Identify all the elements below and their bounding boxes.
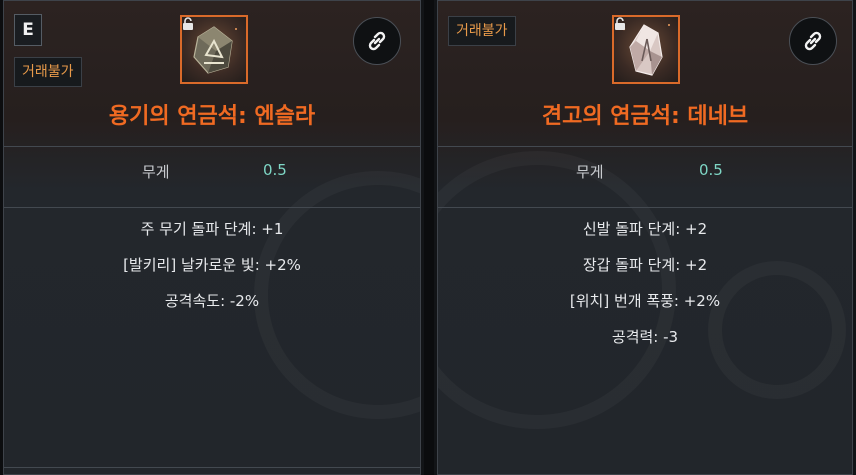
effect-line: [발키리] 날카로운 빛: +2% — [123, 256, 301, 274]
link-button[interactable] — [353, 17, 401, 65]
link-icon — [804, 31, 822, 51]
weight-value: 0.5 — [263, 161, 287, 179]
effect-line: [위치] 번개 폭풍: +2% — [569, 292, 721, 310]
divider — [438, 207, 852, 208]
item-icon — [612, 15, 680, 84]
effect-line: 공격속도: -2% — [164, 292, 260, 310]
weight-label: 무게 — [576, 163, 604, 181]
effect-line: 장갑 돌파 단계: +2 — [582, 256, 708, 274]
link-button[interactable] — [789, 17, 837, 65]
trade-restriction-badge: 거래불가 — [14, 57, 82, 87]
weight-label: 무게 — [142, 163, 170, 181]
weight-value: 0.5 — [699, 161, 723, 179]
divider — [4, 207, 420, 208]
item-tooltip-left: E 거래불가 용기의 연금석: 엔슬라 무게 0.5 주 무기 돌파 단계: +… — [3, 0, 421, 475]
lock-icon — [183, 17, 193, 30]
divider — [438, 146, 852, 147]
trade-restriction-badge: 거래불가 — [448, 16, 516, 46]
effect-line: 주 무기 돌파 단계: +1 — [140, 220, 284, 238]
item-title: 용기의 연금석: 엔슬라 — [108, 104, 316, 129]
hotkey-badge: E — [14, 14, 42, 46]
divider — [4, 146, 420, 147]
effect-line: 신발 돌파 단계: +2 — [582, 220, 708, 238]
link-icon — [368, 31, 386, 51]
effect-line: 공격력: -3 — [611, 328, 679, 346]
item-title: 견고의 연금석: 데네브 — [541, 104, 749, 129]
item-icon — [180, 15, 248, 84]
effects-list: 주 무기 돌파 단계: +1 [발키리] 날카로운 빛: +2% 공격속도: -… — [4, 218, 420, 326]
panel-separator — [424, 0, 434, 475]
divider — [4, 467, 420, 468]
effects-list: 신발 돌파 단계: +2 장갑 돌파 단계: +2 [위치] 번개 폭풍: +2… — [438, 218, 852, 362]
lock-icon — [615, 17, 625, 30]
item-tooltip-right: 거래불가 견고의 연금석: 데네브 무게 0.5 신발 돌파 단계: +2 장갑… — [437, 0, 853, 475]
